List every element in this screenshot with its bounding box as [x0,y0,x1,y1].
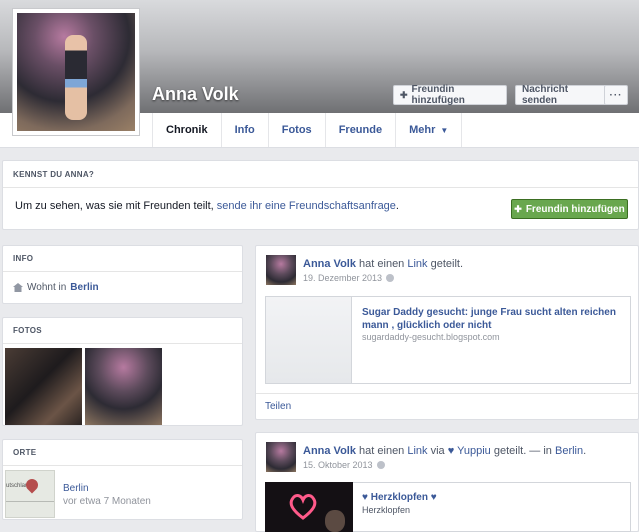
post-author-link[interactable]: Anna Volk [303,445,356,457]
profile-tabs: Chronik Info Fotos Freunde Mehr ▼ [152,113,463,147]
post-date: 15. Oktober 2013 [303,460,385,470]
profile-picture[interactable] [12,8,140,136]
post-date-link[interactable]: 19. Dezember 2013 [303,273,382,283]
media-thumbnail[interactable] [265,482,353,532]
info-heading: INFO [3,246,242,272]
map-thumbnail[interactable]: utschland [5,470,55,518]
post-verb-end: geteilt. [427,258,464,270]
know-anna-text: Um zu sehen, was sie mit Freunden teilt,… [15,200,399,212]
link-domain: sugardaddy-gesucht.blogspot.com [362,332,500,342]
photos-card: FOTOS [2,317,243,426]
lives-in-row: Wohnt in Berlin [3,272,242,303]
post-verb-end: geteilt. — in [490,445,555,457]
add-friend-green-button[interactable]: ✚ Freundin hinzufügen [511,199,628,219]
lives-in-city-link[interactable]: Berlin [70,282,98,293]
post-date-link[interactable]: 15. Oktober 2013 [303,460,373,470]
tab-chronik[interactable]: Chronik [152,113,221,147]
map-road [6,501,54,502]
post-verb: hat einen [355,445,408,457]
chevron-down-icon: ▼ [440,125,449,135]
post-author-link[interactable]: Anna Volk [303,258,356,270]
post-date: 19. Dezember 2013 [303,273,395,283]
post-header: Anna Volk hat einen Link geteilt. [303,258,463,270]
link-title[interactable]: Sugar Daddy gesucht: junge Frau sucht al… [362,306,622,332]
know-anna-box: KENNST DU ANNA? Um zu sehen, was sie mit… [2,160,639,230]
tab-fotos[interactable]: Fotos [267,113,325,147]
timeline-post: Anna Volk hat einen Link geteilt. 19. De… [255,245,639,420]
places-card: ORTE utschland Berlin vor etwa 7 Monaten [2,439,243,520]
media-face [325,510,345,532]
lives-in-prefix: Wohnt in [27,282,67,293]
profile-name[interactable]: Anna Volk [152,84,239,105]
map-pin-icon [23,476,41,494]
shared-link-preview[interactable]: Sugar Daddy gesucht: junge Frau sucht al… [265,296,631,384]
divider [256,393,638,394]
post-verb: hat einen [355,258,408,270]
heart-icon [289,494,317,520]
friend-request-link[interactable]: sende ihr eine Freundschaftsanfrage [217,200,396,212]
info-card: INFO Wohnt in Berlin [2,245,243,304]
tab-info[interactable]: Info [220,113,268,147]
add-friend-button[interactable]: ✚ Freundin hinzufügen [393,84,507,106]
know-anna-text-end: . [395,200,399,212]
post-place-link[interactable]: Berlin [555,445,583,457]
post-via: via [427,445,448,457]
home-icon [13,283,23,292]
post-header: Anna Volk hat einen Link via ♥ Yuppiu ge… [303,445,586,457]
photo-thumbnail[interactable] [85,348,162,425]
post-link-word[interactable]: Link [407,258,427,270]
tab-mehr[interactable]: Mehr ▼ [395,113,463,147]
more-options-button[interactable]: ··· [604,85,628,105]
post-link-word[interactable]: Link [407,445,427,457]
tab-mehr-label: Mehr [409,124,436,136]
profile-photo-image [17,13,135,131]
media-title[interactable]: ♥ Herzklopfen ♥ [362,492,437,503]
photo-thumbnail[interactable] [5,348,82,425]
tab-freunde[interactable]: Freunde [324,113,395,147]
link-thumbnail [266,297,352,383]
globe-icon [386,274,395,282]
profile-photo-figure [65,35,87,120]
media-subtitle: Herzklopfen [362,505,411,515]
via-page-link[interactable]: ♥ Yuppiu [448,445,491,457]
know-anna-heading: KENNST DU ANNA? [3,161,638,188]
add-friend-icon: ✚ [514,203,522,214]
add-friend-icon: ✚ [400,89,408,100]
add-friend-label: Freundin hinzufügen [411,84,465,106]
places-heading[interactable]: ORTE [3,440,242,466]
know-anna-text-plain: Um zu sehen, was sie mit Freunden teilt, [15,200,217,212]
send-message-button[interactable]: Nachricht senden [515,84,607,106]
place-time: vor etwa 7 Monaten [63,496,151,507]
globe-icon [376,461,385,469]
place-name-link[interactable]: Berlin [63,483,89,494]
timeline-post: Anna Volk hat einen Link via ♥ Yuppiu ge… [255,432,639,532]
share-link[interactable]: Teilen [265,401,291,412]
photos-heading[interactable]: FOTOS [3,318,242,344]
avatar[interactable] [266,442,296,472]
add-friend-green-label: Freundin hinzufügen [525,203,625,215]
avatar[interactable] [266,255,296,285]
post-end: . [583,445,587,457]
